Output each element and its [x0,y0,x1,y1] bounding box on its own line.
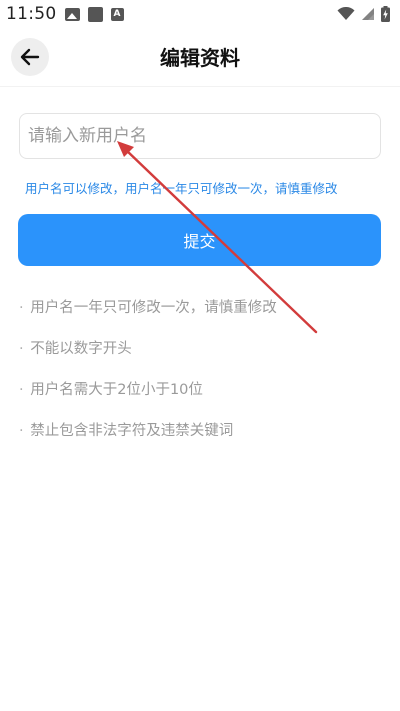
rule-item: · 不能以数字开头 [19,338,379,379]
status-right [337,6,390,22]
rule-item: · 禁止包含非法字符及违禁关键词 [19,420,379,461]
bullet: · [19,341,24,357]
square-icon [87,6,103,22]
username-input[interactable] [19,113,381,159]
signal-icon [362,8,374,20]
rule-text: 不能以数字开头 [30,341,132,357]
rule-text: 用户名一年只可修改一次，请慎重修改 [30,300,277,316]
status-left: 11:50 A [6,4,124,24]
wifi-icon [337,7,355,20]
content-area: 用户名可以修改，用户名一年只可修改一次，请慎重修改 提交 · 用户名一年只可修改… [0,86,400,711]
app-header: 编辑资料 [0,28,400,86]
bullet: · [19,300,24,316]
gallery-icon [64,7,80,21]
username-hint: 用户名可以修改，用户名一年只可修改一次，请慎重修改 [25,181,338,196]
bullet: · [19,382,24,398]
rule-item: · 用户名需大于2位小于10位 [19,379,379,420]
page-title: 编辑资料 [160,46,240,70]
status-bar: 11:50 A [0,0,400,28]
submit-button[interactable]: 提交 [18,214,381,266]
a-icon: A [110,7,124,21]
battery-charging-icon [381,6,390,22]
rule-text: 禁止包含非法字符及违禁关键词 [30,423,234,439]
status-time: 11:50 [6,4,57,24]
edit-profile-screen: 11:50 A 编辑资料 请输入新用户名 用户名可以修改，用户名一年只可修改一次… [0,0,400,711]
rules-list: · 用户名一年只可修改一次，请慎重修改 · 不能以数字开头 · 用户名需大于2位… [19,297,379,461]
rule-text: 用户名需大于2位小于10位 [30,382,203,398]
bullet: · [19,423,24,439]
rule-item: · 用户名一年只可修改一次，请慎重修改 [19,297,379,338]
